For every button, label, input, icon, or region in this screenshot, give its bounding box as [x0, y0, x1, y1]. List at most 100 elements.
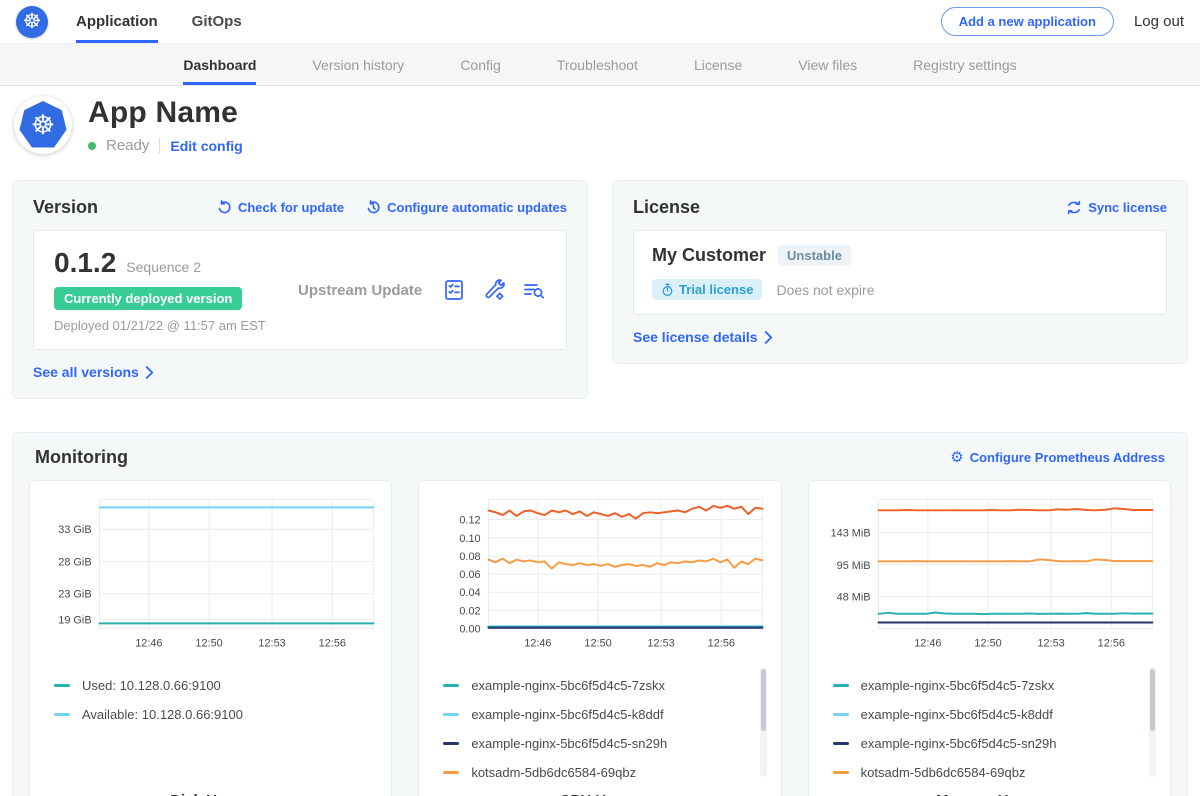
svg-text:0.10: 0.10 — [460, 533, 481, 545]
svg-text:33 GiB: 33 GiB — [58, 524, 91, 536]
nav-item-gitops[interactable]: GitOps — [192, 0, 242, 43]
legend-item: example-nginx-5bc6f5d4c5-7zskx — [443, 671, 750, 700]
see-all-versions-label: See all versions — [33, 364, 139, 380]
license-card: License Sync license My Customer Unstabl… — [612, 180, 1188, 364]
legend-swatch — [54, 713, 70, 716]
legend-label: example-nginx-5bc6f5d4c5-7zskx — [861, 678, 1055, 693]
view-logs-icon[interactable] — [522, 278, 546, 302]
tab-view-files[interactable]: View files — [798, 44, 857, 85]
svg-text:12:46: 12:46 — [525, 637, 552, 649]
deployed-version-badge: Currently deployed version — [54, 287, 242, 310]
deployed-timestamp: Deployed 01/21/22 @ 11:57 am EST — [54, 318, 294, 333]
svg-text:0.08: 0.08 — [460, 551, 481, 563]
svg-text:12:50: 12:50 — [974, 637, 1001, 649]
version-card: Version Check for update Configure au — [12, 180, 588, 399]
legend-scrollbar-thumb[interactable] — [1150, 669, 1155, 731]
monitoring-panel: Monitoring ⚙ Configure Prometheus Addres… — [12, 432, 1188, 796]
legend-item: kotsadm-5db6dc6584-69qbz — [833, 758, 1140, 783]
legend-label: Available: 10.128.0.66:9100 — [82, 707, 243, 722]
svg-text:23 GiB: 23 GiB — [58, 589, 91, 601]
top-nav-items: Application GitOps — [76, 0, 242, 43]
legend-item: example-nginx-5bc6f5d4c5-7zskx — [833, 671, 1140, 700]
chart-card-cpu-usage: 0.000.020.040.060.080.100.1212:4612:5012… — [418, 480, 781, 796]
tab-version-history[interactable]: Version history — [312, 44, 404, 85]
edit-config-link[interactable]: Edit config — [170, 138, 242, 154]
see-license-details-link[interactable]: See license details — [633, 329, 773, 345]
license-details-box: My Customer Unstable Trial license Does … — [633, 230, 1167, 315]
check-for-update-label: Check for update — [238, 200, 344, 215]
legend-swatch — [833, 771, 849, 774]
config-wrench-icon[interactable] — [482, 278, 506, 302]
add-application-button[interactable]: Add a new application — [941, 7, 1114, 36]
chart-title: CPU Usage — [429, 792, 770, 796]
page-title: App Name — [88, 96, 243, 130]
license-expiry: Does not expire — [776, 282, 874, 298]
svg-text:0.06: 0.06 — [460, 569, 481, 581]
tab-license[interactable]: License — [694, 44, 742, 85]
legend-item: Used: 10.128.0.66:9100 — [54, 671, 361, 700]
chart-legend: example-nginx-5bc6f5d4c5-7zskxexample-ng… — [819, 665, 1160, 783]
svg-text:12:53: 12:53 — [1037, 637, 1064, 649]
legend-scrollbar-thumb[interactable] — [761, 669, 766, 731]
version-sequence: Sequence 2 — [126, 259, 201, 275]
legend-swatch — [54, 684, 70, 687]
usage-chart: 48 MiB95 MiB143 MiB12:4612:5012:5312:56 — [819, 491, 1160, 661]
tab-registry-settings[interactable]: Registry settings — [913, 44, 1016, 85]
chart-title: Memory Usage — [819, 792, 1160, 796]
legend-swatch — [443, 684, 459, 687]
configure-automatic-updates-link[interactable]: Configure automatic updates — [366, 200, 567, 215]
channel-badge: Unstable — [778, 245, 851, 266]
svg-text:19 GiB: 19 GiB — [58, 615, 91, 627]
version-source-label: Upstream Update — [298, 282, 422, 299]
preflight-checks-icon[interactable] — [442, 278, 466, 302]
chevron-right-icon — [764, 331, 773, 344]
app-icon: ☸ — [14, 96, 72, 154]
logout-button[interactable]: Log out — [1134, 13, 1184, 30]
app-header: ☸ App Name Ready Edit config — [0, 86, 1200, 166]
legend-label: kotsadm-5db6dc6584-69qbz — [471, 765, 636, 780]
nav-item-application[interactable]: Application — [76, 0, 158, 43]
sync-icon — [1066, 200, 1082, 215]
app-tab-bar: Dashboard Version history Config Troublesho… — [0, 44, 1200, 86]
license-card-title: License — [633, 197, 700, 218]
charts-row: 19 GiB 23 GiB 28 GiB 33 GiB 12:46 12:50 12:53 1… — [29, 480, 1171, 796]
sync-license-link[interactable]: Sync license — [1066, 200, 1167, 215]
svg-text:28 GiB: 28 GiB — [58, 556, 91, 568]
svg-text:12:56: 12:56 — [319, 637, 346, 649]
tab-troubleshoot[interactable]: Troubleshoot — [557, 44, 638, 85]
svg-text:48 MiB: 48 MiB — [836, 591, 870, 603]
chart-card-memory-usage: 48 MiB95 MiB143 MiB12:4612:5012:5312:56 … — [808, 480, 1171, 796]
see-license-details-label: See license details — [633, 329, 758, 345]
customer-name: My Customer — [652, 245, 766, 266]
gear-icon: ⚙ — [950, 450, 963, 465]
svg-text:12:46: 12:46 — [135, 637, 162, 649]
legend-scrollbar[interactable] — [760, 667, 767, 777]
legend-label: example-nginx-5bc6f5d4c5-sn29h — [471, 736, 667, 751]
legend-swatch — [443, 742, 459, 745]
legend-label: example-nginx-5bc6f5d4c5-7zskx — [471, 678, 665, 693]
legend-swatch — [833, 713, 849, 716]
configure-prometheus-link[interactable]: ⚙ Configure Prometheus Address — [950, 450, 1165, 465]
chart-card-disk-usage: 19 GiB23 GiB28 GiB33 GiB12:4612:5012:531… — [29, 480, 392, 796]
chart-legend: Used: 10.128.0.66:9100 Available: 10.128.… — [40, 665, 381, 783]
configure-prometheus-label: Configure Prometheus Address — [970, 450, 1165, 465]
divider — [159, 138, 160, 154]
version-card-title: Version — [33, 197, 98, 218]
svg-text:12:46: 12:46 — [914, 637, 941, 649]
svg-text:12:50: 12:50 — [585, 637, 612, 649]
license-type-badge: Trial license — [652, 279, 762, 300]
kubernetes-logo-icon[interactable]: ☸ — [16, 6, 48, 38]
sync-license-label: Sync license — [1088, 200, 1167, 215]
svg-text:95 MiB: 95 MiB — [836, 560, 870, 572]
legend-item: example-nginx-5bc6f5d4c5-sn29h — [443, 729, 750, 758]
svg-text:0.02: 0.02 — [460, 605, 481, 617]
usage-chart: 0.000.020.040.060.080.100.1212:4612:5012… — [429, 491, 770, 661]
legend-label: Used: 10.128.0.66:9100 — [82, 678, 221, 693]
check-for-update-link[interactable]: Check for update — [217, 200, 344, 215]
legend-scrollbar[interactable] — [1149, 667, 1156, 777]
legend-label: example-nginx-5bc6f5d4c5-k8ddf — [471, 707, 663, 722]
see-all-versions-link[interactable]: See all versions — [33, 364, 154, 380]
tab-config[interactable]: Config — [460, 44, 500, 85]
tab-dashboard[interactable]: Dashboard — [183, 44, 256, 85]
legend-swatch — [833, 684, 849, 687]
